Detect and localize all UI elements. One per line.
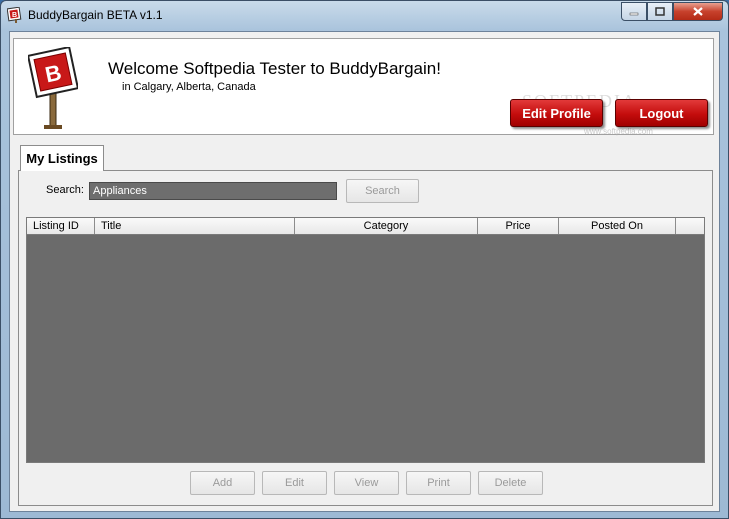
delete-button[interactable]: Delete [478,471,543,495]
minimize-icon [629,12,639,15]
title-bar[interactable]: B BuddyBargain BETA v1.1 [1,1,728,31]
edit-button[interactable]: Edit [262,471,327,495]
search-input[interactable]: Appliances [89,182,337,200]
client-area: B Welcome Softpedia Tester to BuddyBarga… [9,31,720,512]
tab-my-listings[interactable]: My Listings [20,145,104,171]
maximize-icon [655,7,665,16]
search-button[interactable]: Search [346,179,419,203]
logout-button[interactable]: Logout [615,99,708,127]
column-header-price[interactable]: Price [478,218,559,234]
print-button[interactable]: Print [406,471,471,495]
column-header-listing-id[interactable]: Listing ID [27,218,95,234]
add-button[interactable]: Add [190,471,255,495]
column-header-title[interactable]: Title [95,218,295,234]
search-label: Search: [46,184,84,196]
buddybargain-b-icon: B [7,7,22,23]
column-header-filler [676,218,704,234]
location-text: in Calgary, Alberta, Canada [122,81,256,93]
close-icon [693,7,703,16]
buddybargain-logo: B [28,47,78,129]
table-header: Listing ID Title Category Price Posted O… [27,218,704,235]
view-button[interactable]: View [334,471,399,495]
edit-profile-button[interactable]: Edit Profile [510,99,603,127]
minimize-button[interactable] [621,2,647,21]
listings-table[interactable]: Listing ID Title Category Price Posted O… [26,217,705,463]
app-window: B BuddyBargain BETA v1.1 B Welcome Softp… [0,0,729,519]
window-title: BuddyBargain BETA v1.1 [28,8,163,22]
column-header-posted-on[interactable]: Posted On [559,218,676,234]
welcome-text: Welcome Softpedia Tester to BuddyBargain… [108,59,441,78]
softpedia-watermark-url: www.softpedia.com [584,127,653,136]
close-button[interactable] [673,2,723,21]
svg-text:B: B [12,12,17,19]
welcome-header: B Welcome Softpedia Tester to BuddyBarga… [13,38,714,136]
maximize-button[interactable] [647,2,673,21]
column-header-category[interactable]: Category [295,218,478,234]
